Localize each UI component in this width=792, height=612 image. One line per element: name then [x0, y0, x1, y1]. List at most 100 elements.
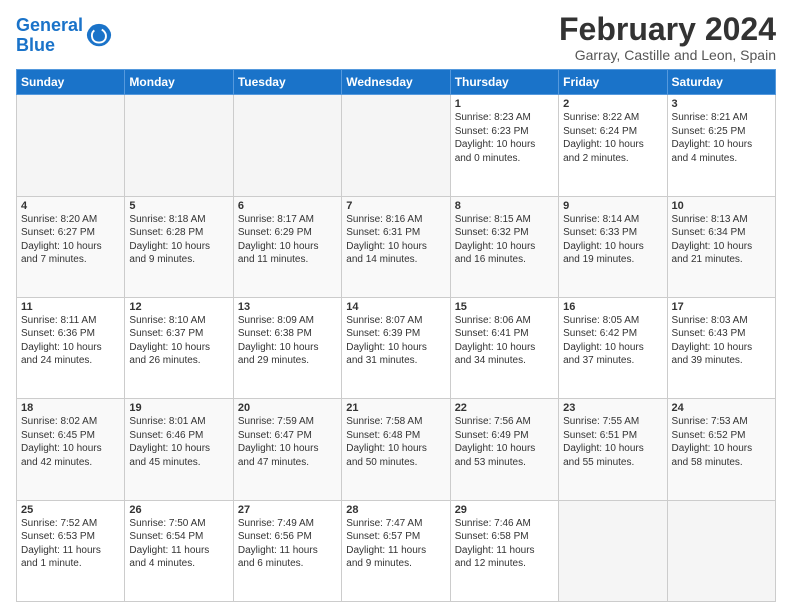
- day-info: Sunrise: 8:22 AM Sunset: 6:24 PM Dayligh…: [563, 111, 662, 165]
- day-info: Sunrise: 7:53 AM Sunset: 6:52 PM Dayligh…: [672, 415, 771, 469]
- day-info: Sunrise: 8:09 AM Sunset: 6:38 PM Dayligh…: [238, 314, 337, 368]
- calendar-header-row: Sunday Monday Tuesday Wednesday Thursday…: [17, 70, 776, 95]
- day-info: Sunrise: 8:18 AM Sunset: 6:28 PM Dayligh…: [129, 213, 228, 267]
- calendar-cell: [667, 500, 775, 601]
- day-number: 19: [129, 402, 228, 414]
- calendar-cell: 2Sunrise: 8:22 AM Sunset: 6:24 PM Daylig…: [559, 95, 667, 196]
- day-number: 2: [563, 98, 662, 110]
- day-info: Sunrise: 8:01 AM Sunset: 6:46 PM Dayligh…: [129, 415, 228, 469]
- day-number: 25: [21, 504, 120, 516]
- day-number: 6: [238, 200, 337, 212]
- day-number: 24: [672, 402, 771, 414]
- calendar-cell: 1Sunrise: 8:23 AM Sunset: 6:23 PM Daylig…: [450, 95, 558, 196]
- day-number: 20: [238, 402, 337, 414]
- calendar-cell: [17, 95, 125, 196]
- calendar-cell: 18Sunrise: 8:02 AM Sunset: 6:45 PM Dayli…: [17, 399, 125, 500]
- day-number: 3: [672, 98, 771, 110]
- calendar-cell: 23Sunrise: 7:55 AM Sunset: 6:51 PM Dayli…: [559, 399, 667, 500]
- calendar-cell: 22Sunrise: 7:56 AM Sunset: 6:49 PM Dayli…: [450, 399, 558, 500]
- col-wednesday: Wednesday: [342, 70, 450, 95]
- day-info: Sunrise: 8:10 AM Sunset: 6:37 PM Dayligh…: [129, 314, 228, 368]
- calendar-cell: 25Sunrise: 7:52 AM Sunset: 6:53 PM Dayli…: [17, 500, 125, 601]
- calendar-week-4: 18Sunrise: 8:02 AM Sunset: 6:45 PM Dayli…: [17, 399, 776, 500]
- calendar-cell: 28Sunrise: 7:47 AM Sunset: 6:57 PM Dayli…: [342, 500, 450, 601]
- day-info: Sunrise: 8:20 AM Sunset: 6:27 PM Dayligh…: [21, 213, 120, 267]
- day-info: Sunrise: 8:17 AM Sunset: 6:29 PM Dayligh…: [238, 213, 337, 267]
- day-number: 15: [455, 301, 554, 313]
- title-block: February 2024 Garray, Castille and Leon,…: [559, 12, 776, 63]
- header: GeneralBlue February 2024 Garray, Castil…: [16, 12, 776, 63]
- day-number: 16: [563, 301, 662, 313]
- day-info: Sunrise: 8:21 AM Sunset: 6:25 PM Dayligh…: [672, 111, 771, 165]
- day-info: Sunrise: 8:03 AM Sunset: 6:43 PM Dayligh…: [672, 314, 771, 368]
- calendar-cell: 27Sunrise: 7:49 AM Sunset: 6:56 PM Dayli…: [233, 500, 341, 601]
- calendar-week-1: 1Sunrise: 8:23 AM Sunset: 6:23 PM Daylig…: [17, 95, 776, 196]
- calendar-week-3: 11Sunrise: 8:11 AM Sunset: 6:36 PM Dayli…: [17, 297, 776, 398]
- day-number: 22: [455, 402, 554, 414]
- day-info: Sunrise: 8:13 AM Sunset: 6:34 PM Dayligh…: [672, 213, 771, 267]
- calendar-cell: 5Sunrise: 8:18 AM Sunset: 6:28 PM Daylig…: [125, 196, 233, 297]
- day-info: Sunrise: 8:15 AM Sunset: 6:32 PM Dayligh…: [455, 213, 554, 267]
- col-monday: Monday: [125, 70, 233, 95]
- day-number: 8: [455, 200, 554, 212]
- calendar-cell: 13Sunrise: 8:09 AM Sunset: 6:38 PM Dayli…: [233, 297, 341, 398]
- day-info: Sunrise: 7:56 AM Sunset: 6:49 PM Dayligh…: [455, 415, 554, 469]
- calendar-cell: 8Sunrise: 8:15 AM Sunset: 6:32 PM Daylig…: [450, 196, 558, 297]
- day-number: 5: [129, 200, 228, 212]
- calendar-cell: 14Sunrise: 8:07 AM Sunset: 6:39 PM Dayli…: [342, 297, 450, 398]
- day-number: 1: [455, 98, 554, 110]
- calendar-week-2: 4Sunrise: 8:20 AM Sunset: 6:27 PM Daylig…: [17, 196, 776, 297]
- day-info: Sunrise: 7:49 AM Sunset: 6:56 PM Dayligh…: [238, 517, 337, 571]
- day-info: Sunrise: 8:02 AM Sunset: 6:45 PM Dayligh…: [21, 415, 120, 469]
- col-sunday: Sunday: [17, 70, 125, 95]
- day-info: Sunrise: 8:05 AM Sunset: 6:42 PM Dayligh…: [563, 314, 662, 368]
- calendar-cell: 6Sunrise: 8:17 AM Sunset: 6:29 PM Daylig…: [233, 196, 341, 297]
- calendar-cell: 21Sunrise: 7:58 AM Sunset: 6:48 PM Dayli…: [342, 399, 450, 500]
- calendar-cell: 17Sunrise: 8:03 AM Sunset: 6:43 PM Dayli…: [667, 297, 775, 398]
- day-number: 26: [129, 504, 228, 516]
- day-number: 14: [346, 301, 445, 313]
- day-info: Sunrise: 7:55 AM Sunset: 6:51 PM Dayligh…: [563, 415, 662, 469]
- page: GeneralBlue February 2024 Garray, Castil…: [0, 0, 792, 612]
- calendar-cell: 9Sunrise: 8:14 AM Sunset: 6:33 PM Daylig…: [559, 196, 667, 297]
- day-number: 11: [21, 301, 120, 313]
- day-info: Sunrise: 8:14 AM Sunset: 6:33 PM Dayligh…: [563, 213, 662, 267]
- day-info: Sunrise: 8:11 AM Sunset: 6:36 PM Dayligh…: [21, 314, 120, 368]
- main-title: February 2024: [559, 12, 776, 47]
- calendar-cell: [125, 95, 233, 196]
- col-thursday: Thursday: [450, 70, 558, 95]
- day-number: 29: [455, 504, 554, 516]
- calendar-cell: 20Sunrise: 7:59 AM Sunset: 6:47 PM Dayli…: [233, 399, 341, 500]
- calendar-cell: 26Sunrise: 7:50 AM Sunset: 6:54 PM Dayli…: [125, 500, 233, 601]
- day-number: 17: [672, 301, 771, 313]
- calendar-cell: 24Sunrise: 7:53 AM Sunset: 6:52 PM Dayli…: [667, 399, 775, 500]
- calendar-cell: 19Sunrise: 8:01 AM Sunset: 6:46 PM Dayli…: [125, 399, 233, 500]
- day-number: 21: [346, 402, 445, 414]
- calendar-cell: [559, 500, 667, 601]
- day-number: 23: [563, 402, 662, 414]
- day-info: Sunrise: 8:06 AM Sunset: 6:41 PM Dayligh…: [455, 314, 554, 368]
- day-number: 13: [238, 301, 337, 313]
- day-info: Sunrise: 7:50 AM Sunset: 6:54 PM Dayligh…: [129, 517, 228, 571]
- day-number: 4: [21, 200, 120, 212]
- day-number: 18: [21, 402, 120, 414]
- calendar-cell: [233, 95, 341, 196]
- col-saturday: Saturday: [667, 70, 775, 95]
- logo: GeneralBlue: [16, 16, 113, 56]
- day-info: Sunrise: 8:16 AM Sunset: 6:31 PM Dayligh…: [346, 213, 445, 267]
- day-info: Sunrise: 7:58 AM Sunset: 6:48 PM Dayligh…: [346, 415, 445, 469]
- day-number: 12: [129, 301, 228, 313]
- subtitle: Garray, Castille and Leon, Spain: [559, 47, 776, 63]
- day-number: 10: [672, 200, 771, 212]
- calendar-cell: [342, 95, 450, 196]
- day-info: Sunrise: 7:47 AM Sunset: 6:57 PM Dayligh…: [346, 517, 445, 571]
- calendar-week-5: 25Sunrise: 7:52 AM Sunset: 6:53 PM Dayli…: [17, 500, 776, 601]
- calendar-table: Sunday Monday Tuesday Wednesday Thursday…: [16, 69, 776, 602]
- day-info: Sunrise: 8:07 AM Sunset: 6:39 PM Dayligh…: [346, 314, 445, 368]
- day-number: 27: [238, 504, 337, 516]
- logo-icon: [85, 22, 113, 50]
- calendar-cell: 16Sunrise: 8:05 AM Sunset: 6:42 PM Dayli…: [559, 297, 667, 398]
- day-info: Sunrise: 7:46 AM Sunset: 6:58 PM Dayligh…: [455, 517, 554, 571]
- calendar-cell: 10Sunrise: 8:13 AM Sunset: 6:34 PM Dayli…: [667, 196, 775, 297]
- calendar-cell: 29Sunrise: 7:46 AM Sunset: 6:58 PM Dayli…: [450, 500, 558, 601]
